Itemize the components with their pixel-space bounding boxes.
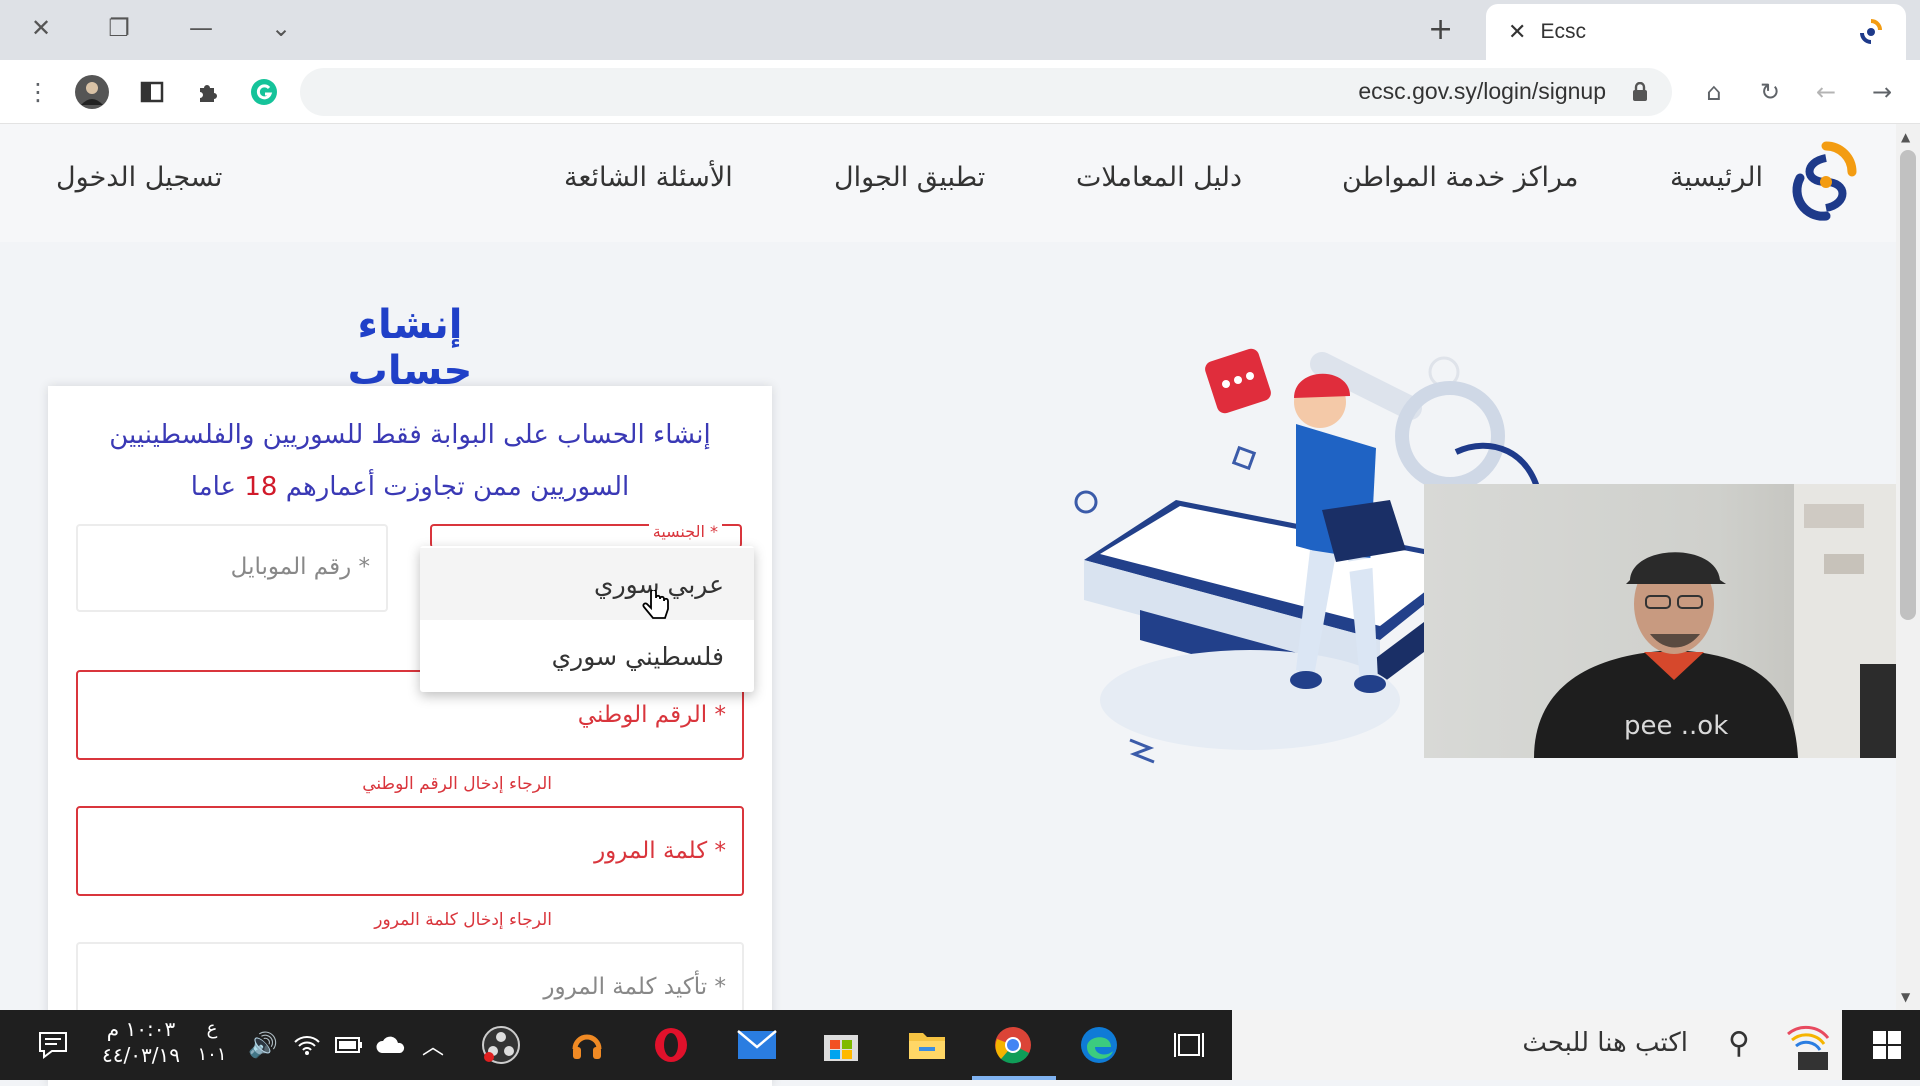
chrome-browser-icon[interactable] — [990, 1022, 1036, 1068]
tab-close-icon[interactable]: ✕ — [1508, 20, 1526, 45]
wifi-icon[interactable] — [284, 1022, 330, 1068]
taskbar-search-placeholder: اكتب هنا للبحث — [1522, 1028, 1688, 1058]
show-hidden-icons-chevron-icon[interactable]: ︿ — [410, 1022, 456, 1068]
back-arrow-icon[interactable]: ← — [1808, 76, 1844, 108]
browser-tab-strip: ✕ ❐ — ⌄ + ✕ Ecsc — [0, 0, 1920, 60]
window-minimize-icon[interactable]: — — [176, 8, 226, 48]
window-close-icon[interactable]: ✕ — [16, 8, 66, 48]
nationality-dropdown-menu: عربي سوري فلسطيني سوري — [420, 546, 754, 692]
taskbar-clock[interactable]: ١٠:٠٣ م ٤٤/٠٣/١٩ — [96, 1016, 186, 1068]
onedrive-cloud-icon[interactable] — [368, 1022, 414, 1068]
search-highlight-icon — [1787, 1025, 1830, 1070]
opera-browser-icon[interactable] — [648, 1022, 694, 1068]
nav-login-link[interactable]: تسجيل الدخول — [56, 162, 222, 193]
home-icon[interactable]: ⌂ — [1696, 76, 1732, 108]
scrollbar-thumb[interactable] — [1900, 150, 1916, 620]
password-field[interactable]: كلمة المرور * — [76, 806, 744, 896]
extensions-puzzle-icon[interactable] — [190, 76, 226, 108]
nav-mobile-app-link[interactable]: تطبيق الجوال — [834, 162, 985, 193]
nav-faq-link[interactable]: الأسئلة الشائعة — [564, 162, 733, 193]
confirm-password-placeholder: تأكيد كلمة المرور * — [543, 974, 726, 1000]
grammarly-extension-icon[interactable] — [246, 76, 282, 108]
lock-icon[interactable] — [1632, 82, 1648, 102]
file-explorer-icon[interactable] — [904, 1022, 950, 1068]
nationality-option-syrian-arab[interactable]: عربي سوري — [420, 548, 754, 620]
mail-app-icon[interactable] — [734, 1022, 780, 1068]
microsoft-store-icon[interactable] — [818, 1022, 864, 1068]
webcam-overlay: pee ..ok — [1424, 484, 1912, 758]
page-scrollbar[interactable]: ▲ ▼ — [1896, 124, 1920, 1010]
national-id-error: الرجاء إدخال الرقم الوطني — [362, 774, 552, 794]
keyboard-layout-code: ١٠١ — [197, 1044, 227, 1065]
national-id-placeholder: الرقم الوطني * — [577, 702, 726, 728]
site-header: تسجيل الدخول الأسئلة الشائعة تطبيق الجوا… — [0, 124, 1900, 242]
task-view-icon[interactable] — [1166, 1022, 1212, 1068]
signup-form-card: إنشاء الحساب على البوابة فقط للسوريين وا… — [48, 386, 772, 1086]
obs-recorder-app-icon[interactable] — [478, 1022, 524, 1068]
chrome-active-indicator — [972, 1076, 1056, 1080]
browser-toolbar: ⋮ ☆ ⎘ ⚷ ecsc.gov.sy/login/signup ⌂ ↻ ← → — [0, 60, 1920, 124]
tab-title: Ecsc — [1540, 20, 1586, 43]
volume-icon[interactable]: 🔊 — [240, 1022, 286, 1068]
headphones-app-icon[interactable] — [564, 1022, 610, 1068]
mobile-number-placeholder: رقم الموبايل * — [230, 554, 370, 580]
nav-citizen-centers-link[interactable]: مراكز خدمة المواطن — [1342, 162, 1578, 193]
site-logo-icon[interactable] — [1790, 138, 1862, 226]
nav-transactions-guide-link[interactable]: دليل المعاملات — [1076, 162, 1242, 193]
scroll-up-arrow-icon[interactable]: ▲ — [1901, 130, 1910, 144]
svg-text:pee ..ok: pee ..ok — [1624, 711, 1728, 741]
mobile-number-field[interactable]: رقم الموبايل * — [76, 524, 388, 612]
site-favicon-icon — [1860, 19, 1882, 44]
edge-browser-icon[interactable] — [1076, 1022, 1122, 1068]
language-code: ع — [206, 1018, 218, 1039]
nationality-label: الجنسية * — [648, 522, 722, 541]
side-panel-icon[interactable] — [134, 76, 170, 108]
windows-taskbar: ١٠:٠٣ م ٤٤/٠٣/١٩ ع ١٠١ 🔊 ︿ اكتب هنا للبح… — [0, 1010, 1920, 1080]
url-text[interactable]: ecsc.gov.sy/login/signup — [1358, 78, 1606, 105]
forward-arrow-icon[interactable]: → — [1864, 76, 1900, 108]
notifications-icon[interactable] — [30, 1022, 76, 1068]
notice-age-text: السوريين ممن تجاوزت أعمارهم — [285, 472, 630, 502]
password-placeholder: كلمة المرور * — [594, 838, 726, 864]
address-bar[interactable]: ecsc.gov.sy/login/signup — [300, 68, 1672, 116]
notice-age-number: 18 — [244, 472, 278, 502]
input-language-indicator[interactable]: ع ١٠١ — [196, 1016, 228, 1068]
profile-avatar-icon[interactable] — [72, 75, 112, 109]
browser-tab[interactable]: ✕ Ecsc — [1486, 4, 1906, 60]
nationality-option-syrian-palestinian[interactable]: فلسطيني سوري — [420, 620, 754, 692]
eligibility-notice-line1: إنشاء الحساب على البوابة فقط للسوريين وا… — [109, 420, 711, 450]
notice-years-text: عاما — [190, 472, 237, 502]
hand-pointer-cursor-icon — [642, 590, 669, 619]
webcam-presenter-image: pee ..ok — [1534, 484, 1912, 758]
nav-home-link[interactable]: الرئيسية — [1670, 162, 1763, 193]
eligibility-notice-line2: السوريين ممن تجاوزت أعمارهم 18 عاما — [48, 472, 772, 502]
scroll-down-arrow-icon[interactable]: ▼ — [1901, 990, 1910, 1004]
battery-icon[interactable] — [326, 1022, 372, 1068]
browser-menu-icon[interactable]: ⋮ — [22, 76, 54, 108]
reload-icon[interactable]: ↻ — [1752, 76, 1788, 108]
search-magnifier-icon: ⚲ — [1728, 1026, 1750, 1061]
taskbar-search-box[interactable]: اكتب هنا للبحث ⚲ — [1232, 1010, 1842, 1080]
taskbar-time: ١٠:٠٣ م — [106, 1017, 176, 1041]
nationality-select[interactable]: الجنسية * — [430, 522, 742, 548]
new-tab-button[interactable]: + — [1428, 12, 1453, 47]
password-error: الرجاء إدخال كلمة المرور — [374, 910, 552, 930]
tab-search-chevron-icon[interactable]: ⌄ — [256, 8, 306, 48]
taskbar-date: ٤٤/٠٣/١٩ — [102, 1043, 180, 1067]
windows-start-icon[interactable] — [1862, 1022, 1912, 1068]
window-restore-icon[interactable]: ❐ — [94, 8, 144, 48]
page-title: إنشاء حساب — [347, 302, 473, 394]
